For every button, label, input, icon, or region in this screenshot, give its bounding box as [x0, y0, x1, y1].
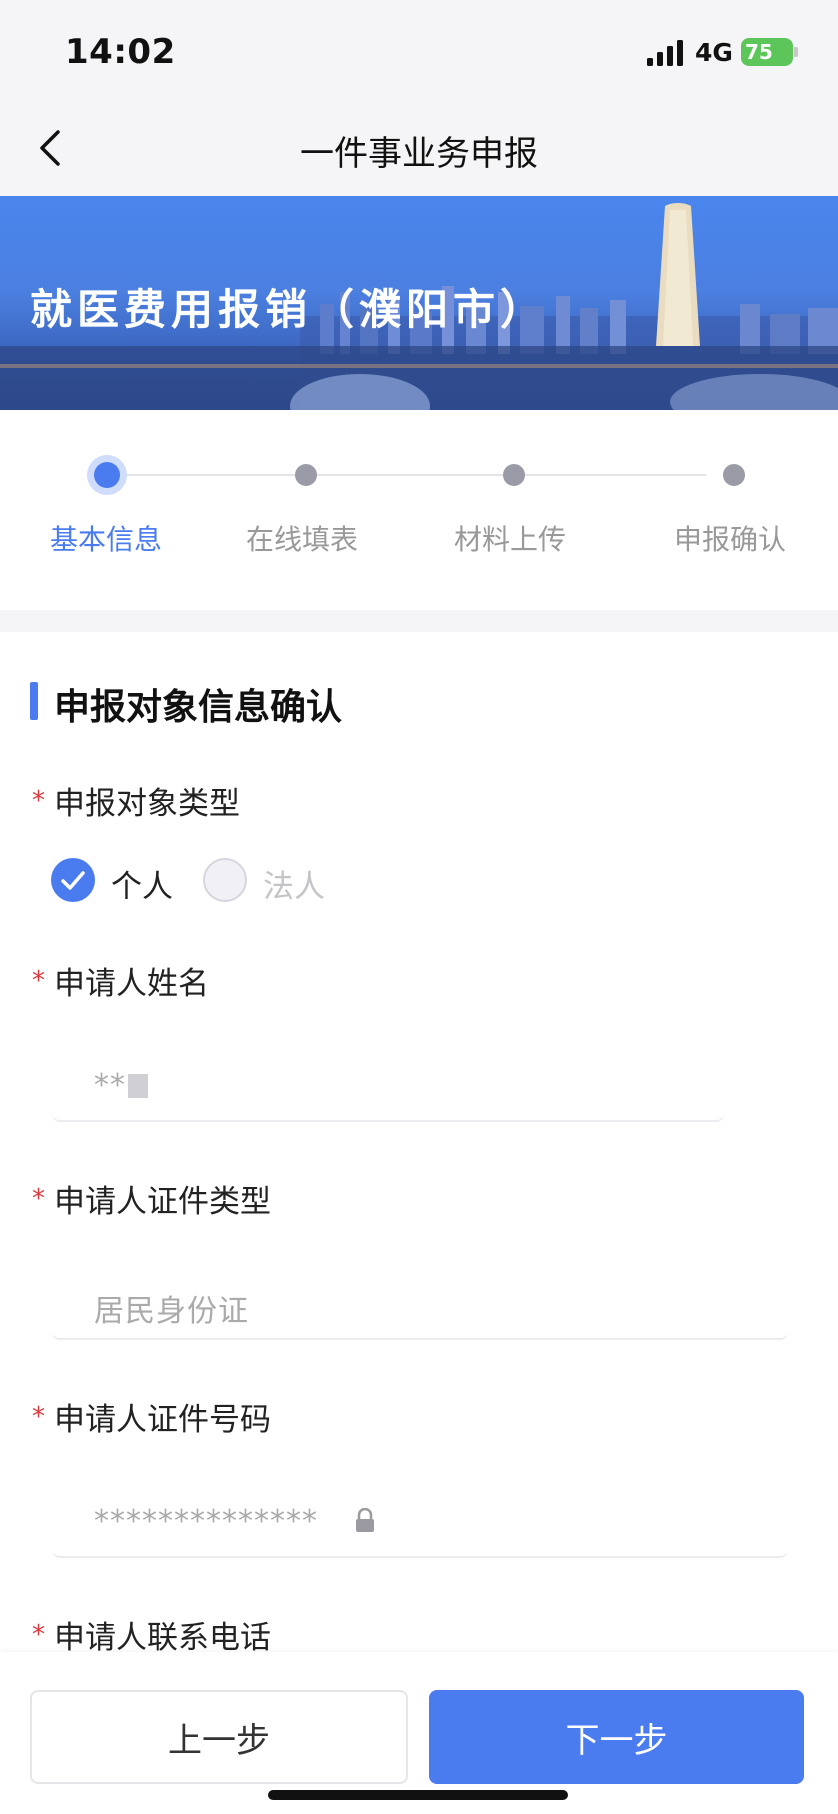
required-mark: *: [32, 1402, 45, 1432]
battery-level: 75: [745, 40, 773, 64]
status-bar: 14:02 4G 75: [0, 0, 838, 100]
masked-text-block: [128, 1074, 148, 1098]
step-dot-material-upload: [503, 464, 525, 486]
required-mark: *: [32, 786, 45, 816]
required-mark: *: [32, 1184, 45, 1214]
id-number-field[interactable]: **************: [52, 1488, 788, 1558]
next-step-button[interactable]: 下一步: [429, 1690, 804, 1784]
step-label-confirm: 申报确认: [673, 523, 786, 556]
service-title: 就医费用报销（濮阳市）: [30, 285, 548, 334]
required-mark: *: [32, 1620, 45, 1650]
applicant-name-field[interactable]: **: [52, 1052, 724, 1122]
radio-legal-entity[interactable]: [203, 858, 247, 902]
nav-bar: 一件事业务申报: [0, 100, 838, 196]
radio-individual[interactable]: [51, 858, 95, 902]
page-title: 一件事业务申报: [300, 134, 538, 174]
radio-individual-label[interactable]: 个人: [111, 861, 173, 906]
step-label-basic-info: 基本信息: [49, 523, 162, 556]
status-time: 14:02: [65, 32, 176, 72]
home-indicator[interactable]: [268, 1790, 568, 1800]
radio-legal-entity-label[interactable]: 法人: [263, 861, 325, 906]
id-number-value: **************: [94, 1504, 318, 1539]
network-type: 4G: [695, 38, 733, 67]
step-connector: [106, 474, 706, 476]
cellular-signal-icon: [647, 40, 683, 66]
battery-cap: [794, 47, 798, 57]
step-dot-confirm: [723, 464, 745, 486]
previous-step-button[interactable]: 上一步: [30, 1690, 408, 1784]
applicant-name-value: **: [94, 1068, 126, 1103]
step-dot-basic-info: [94, 462, 120, 488]
step-label-material-upload: 材料上传: [453, 523, 566, 556]
id-type-value: 居民身份证: [94, 1294, 249, 1329]
section-title: 申报对象信息确认: [54, 687, 343, 728]
lock-icon: [356, 1508, 374, 1532]
id-type-field[interactable]: 居民身份证: [52, 1270, 788, 1340]
step-label-online-form: 在线填表: [245, 523, 358, 556]
checkmark-icon: [61, 871, 85, 890]
id-type-label: 申请人证件类型: [54, 1184, 271, 1220]
service-banner: 就医费用报销（濮阳市）: [0, 196, 838, 410]
step-indicator: [0, 410, 838, 610]
battery-icon: 75: [741, 38, 793, 66]
section-accent-bar: [30, 682, 38, 720]
applicant-name-label: 申请人姓名: [54, 966, 209, 1002]
subject-type-label: 申报对象类型: [54, 786, 240, 822]
step-dot-online-form: [295, 464, 317, 486]
phone-label: 申请人联系电话: [54, 1620, 271, 1656]
id-number-label: 申请人证件号码: [54, 1402, 271, 1438]
required-mark: *: [32, 966, 45, 996]
